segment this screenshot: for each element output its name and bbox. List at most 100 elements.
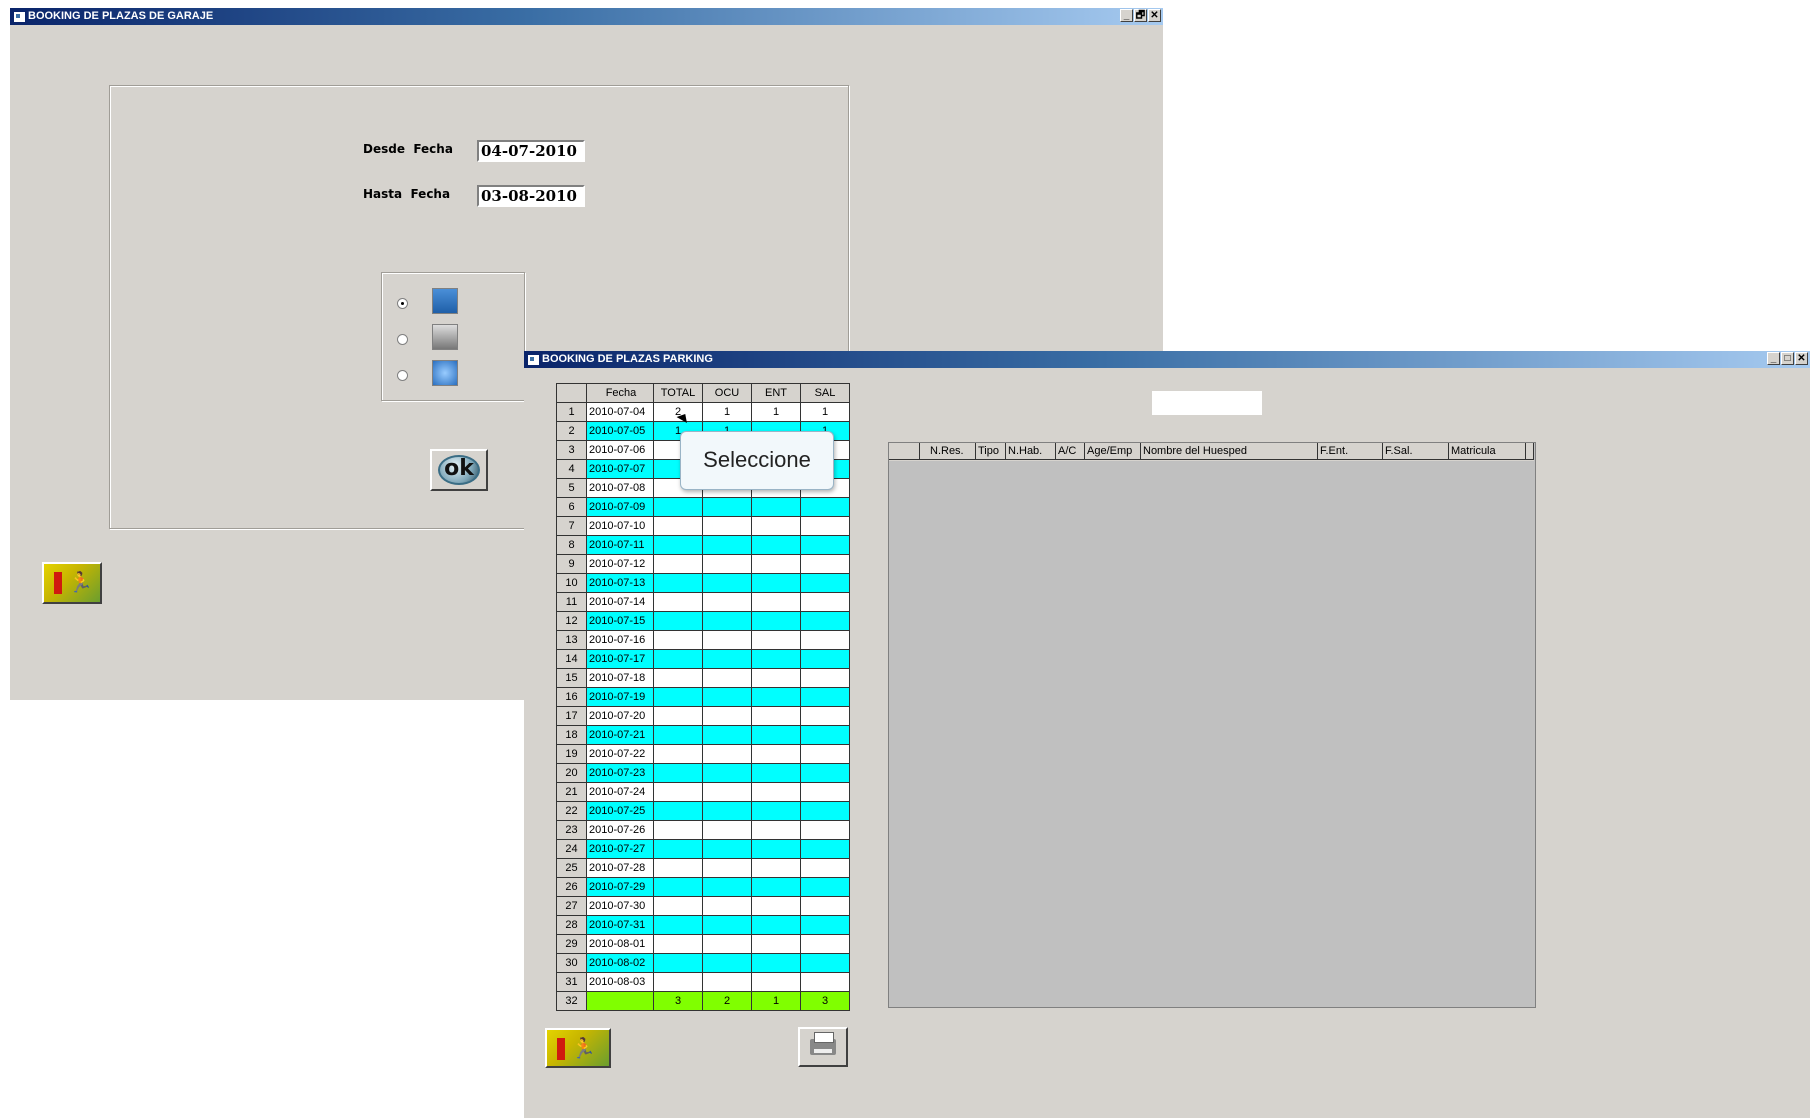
col-ent-header[interactable]: ENT [751,383,801,403]
sal-cell[interactable] [800,649,850,669]
fecha-cell[interactable]: 2010-07-27 [586,839,654,859]
fecha-cell[interactable]: 2010-07-30 [586,896,654,916]
restore-button[interactable]: 🗗 [1134,9,1147,22]
ent-cell[interactable] [751,953,801,973]
hasta-fecha-input[interactable]: 03-08-2010 [477,185,585,207]
sal-cell[interactable] [800,497,850,517]
total-cell[interactable] [653,649,703,669]
close-button[interactable]: ✕ [1148,9,1161,22]
total-cell[interactable] [653,687,703,707]
sal-cell[interactable] [800,573,850,593]
sal-cell[interactable] [800,934,850,954]
ocu-cell[interactable] [702,611,752,631]
total-cell[interactable] [653,858,703,878]
fecha-cell[interactable]: 2010-07-07 [586,459,654,479]
ent-cell[interactable] [751,573,801,593]
ent-cell[interactable] [751,877,801,897]
ent-cell[interactable] [751,915,801,935]
day-row[interactable]: 31 2010-08-03 [556,972,850,992]
day-row[interactable]: 17 2010-07-20 [556,706,850,726]
res-col-fent[interactable]: F.Ent. [1318,443,1383,460]
fecha-cell[interactable]: 2010-07-09 [586,497,654,517]
day-row[interactable]: 9 2010-07-12 [556,554,850,574]
ocu-cell[interactable] [702,535,752,555]
ent-cell[interactable] [751,516,801,536]
fecha-cell[interactable]: 2010-07-12 [586,554,654,574]
sal-cell[interactable] [800,725,850,745]
ent-cell[interactable] [751,535,801,555]
fecha-cell[interactable]: 2010-07-31 [586,915,654,935]
col-ocu-header[interactable]: OCU [702,383,752,403]
day-row[interactable]: 7 2010-07-10 [556,516,850,536]
sal-cell[interactable] [800,611,850,631]
day-row[interactable]: 15 2010-07-18 [556,668,850,688]
fecha-cell[interactable]: 2010-07-11 [586,535,654,555]
ocu-cell[interactable] [702,630,752,650]
fecha-cell[interactable]: 2010-07-05 [586,421,654,441]
sal-cell[interactable] [800,972,850,992]
close-button[interactable]: ✕ [1795,352,1808,365]
day-row[interactable]: 20 2010-07-23 [556,763,850,783]
fecha-cell[interactable]: 2010-07-20 [586,706,654,726]
total-cell[interactable]: 3 [653,991,703,1011]
ocu-cell[interactable] [702,516,752,536]
ent-cell[interactable] [751,554,801,574]
day-row[interactable]: 29 2010-08-01 [556,934,850,954]
sal-cell[interactable] [800,706,850,726]
ocu-cell[interactable] [702,763,752,783]
total-cell[interactable] [653,915,703,935]
day-row[interactable]: 11 2010-07-14 [556,592,850,612]
total-cell[interactable] [653,934,703,954]
sal-cell[interactable] [800,535,850,555]
fecha-cell[interactable]: 2010-07-16 [586,630,654,650]
fecha-cell[interactable]: 2010-07-15 [586,611,654,631]
ent-cell[interactable] [751,839,801,859]
sal-cell[interactable] [800,801,850,821]
total-cell[interactable] [653,763,703,783]
col-fecha-header[interactable]: Fecha [586,383,654,403]
ocu-cell[interactable] [702,839,752,859]
sal-cell[interactable] [800,782,850,802]
total-cell[interactable] [653,801,703,821]
ocu-cell[interactable] [702,706,752,726]
ent-cell[interactable] [751,725,801,745]
fecha-cell[interactable]: 2010-07-24 [586,782,654,802]
ent-cell[interactable] [751,934,801,954]
ent-cell[interactable] [751,497,801,517]
fecha-cell[interactable]: 2010-07-23 [586,763,654,783]
day-row[interactable]: 22 2010-07-25 [556,801,850,821]
day-row[interactable]: 28 2010-07-31 [556,915,850,935]
search-box[interactable] [1152,391,1262,415]
day-row[interactable]: 8 2010-07-11 [556,535,850,555]
col-total-header[interactable]: TOTAL [653,383,703,403]
fecha-cell[interactable]: 2010-07-25 [586,801,654,821]
total-cell[interactable] [653,839,703,859]
ocu-cell[interactable] [702,782,752,802]
ok-button[interactable]: ok [430,449,488,491]
ent-cell[interactable] [751,592,801,612]
fecha-cell[interactable]: 2010-07-29 [586,877,654,897]
ent-cell[interactable] [751,649,801,669]
fecha-cell[interactable]: 2010-07-14 [586,592,654,612]
ocu-cell[interactable] [702,592,752,612]
day-row[interactable]: 16 2010-07-19 [556,687,850,707]
ent-cell[interactable]: 1 [751,991,801,1011]
total-cell[interactable] [653,630,703,650]
ocu-cell[interactable] [702,744,752,764]
fecha-cell[interactable]: 2010-08-01 [586,934,654,954]
minimize-button[interactable]: _ [1120,9,1133,22]
res-col-matricula[interactable]: Matricula [1449,443,1526,460]
fecha-cell[interactable]: 2010-08-02 [586,953,654,973]
sal-cell[interactable] [800,896,850,916]
day-row[interactable]: 27 2010-07-30 [556,896,850,916]
ent-cell[interactable] [751,706,801,726]
day-row[interactable]: 26 2010-07-29 [556,877,850,897]
ocu-cell[interactable] [702,896,752,916]
fecha-cell[interactable]: 2010-07-06 [586,440,654,460]
ent-cell[interactable] [751,801,801,821]
res-col-ac[interactable]: A/C [1056,443,1085,460]
day-row[interactable]: 13 2010-07-16 [556,630,850,650]
day-row[interactable]: 30 2010-08-02 [556,953,850,973]
res-col-tipo[interactable]: Tipo [976,443,1006,460]
print-button[interactable] [798,1027,848,1067]
